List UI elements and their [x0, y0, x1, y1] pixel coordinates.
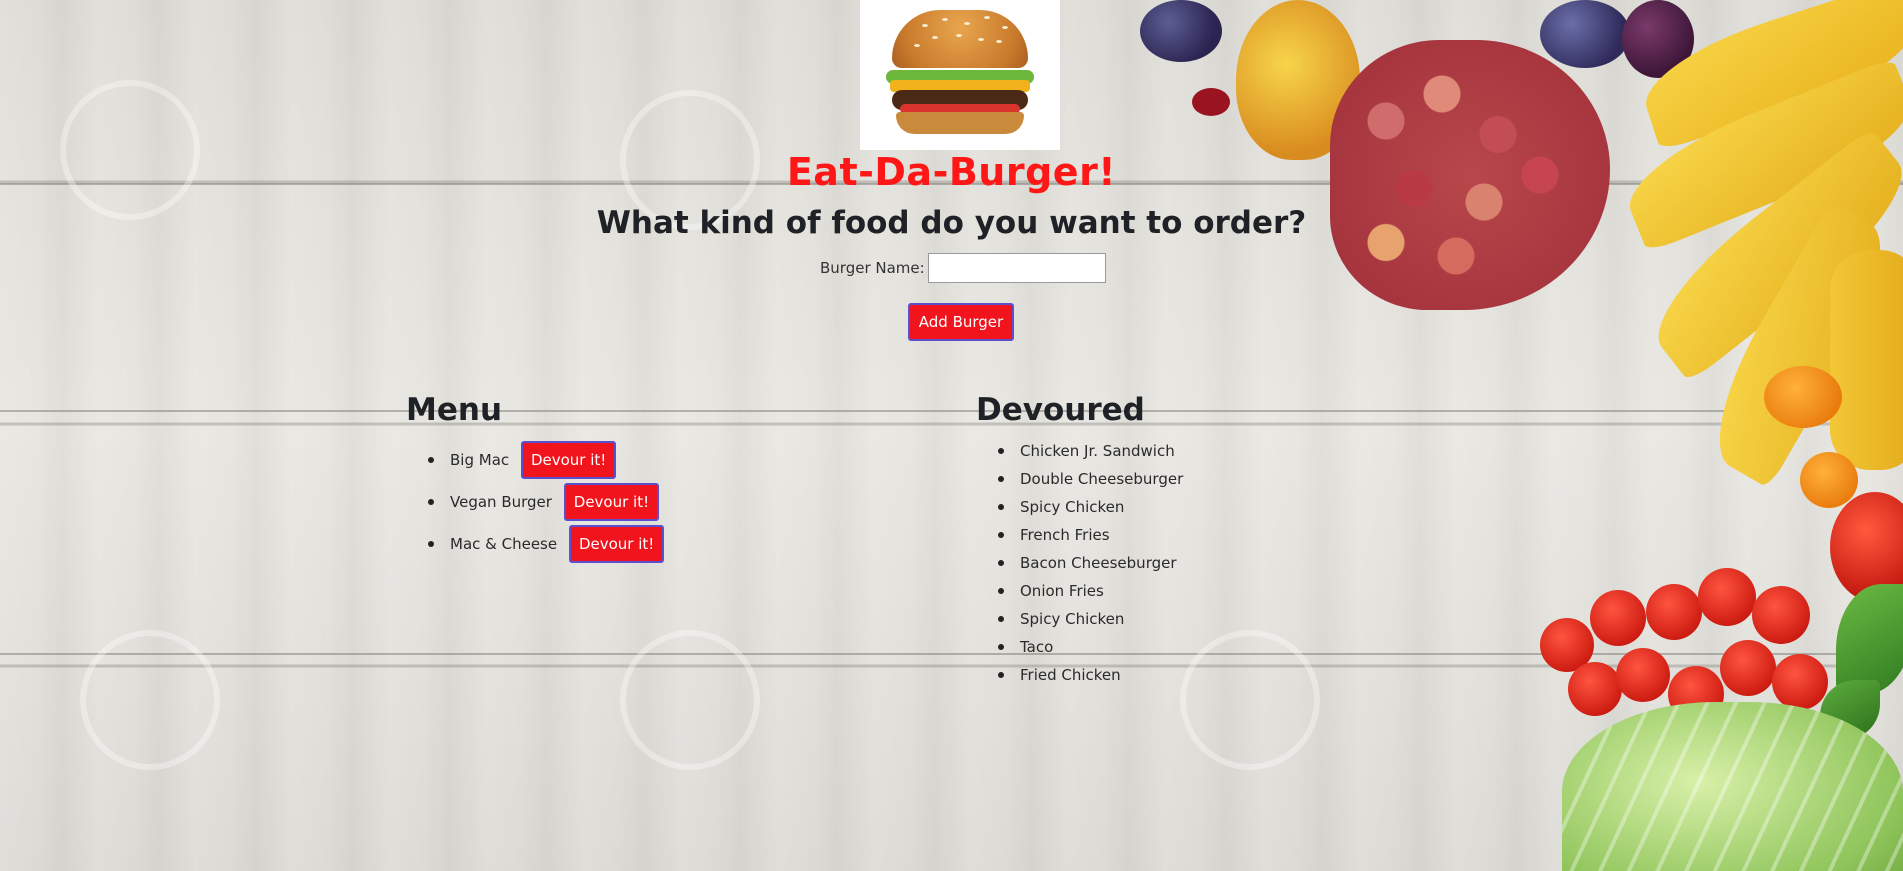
devoured-item: Bacon Cheeseburger	[980, 552, 1177, 574]
devoured-item: Double Cheeseburger	[980, 468, 1183, 490]
bullet-icon	[998, 504, 1004, 510]
menu-item-name: Mac & Cheese	[450, 535, 558, 553]
watermark-icon	[80, 630, 220, 770]
bullet-icon	[998, 560, 1004, 566]
plank-line	[0, 653, 1903, 655]
menu-item-name: Big Mac	[450, 451, 510, 469]
bullet-icon	[428, 457, 434, 463]
devoured-item-name: Onion Fries	[1020, 582, 1104, 600]
devoured-item: Spicy Chicken	[980, 608, 1124, 630]
devoured-item: French Fries	[980, 524, 1110, 546]
devoured-item-name: Double Cheeseburger	[1020, 470, 1184, 488]
bullet-icon	[428, 499, 434, 505]
devoured-item-name: French Fries	[1020, 526, 1110, 544]
watermark-icon	[620, 630, 760, 770]
burger-form: Burger Name:	[820, 253, 1106, 283]
burger-name-input[interactable]	[927, 253, 1106, 283]
burger-name-label: Burger Name:	[820, 259, 925, 277]
menu-heading: Menu	[406, 392, 503, 428]
bullet-icon	[998, 532, 1004, 538]
devoured-item-name: Taco	[1020, 638, 1054, 656]
devoured-heading: Devoured	[976, 392, 1145, 428]
devoured-item-name: Chicken Jr. Sandwich	[1020, 442, 1175, 460]
devoured-item: Spicy Chicken	[980, 496, 1124, 518]
devoured-item-name: Spicy Chicken	[1020, 498, 1125, 516]
order-question: What kind of food do you want to order?	[596, 205, 1307, 241]
plank-line	[0, 410, 1903, 412]
devoured-item-name: Fried Chicken	[1020, 666, 1121, 684]
devoured-item-name: Bacon Cheeseburger	[1020, 554, 1177, 572]
devour-button[interactable]: Devour it!	[569, 525, 665, 563]
site-title: Eat-Da-Burger!	[786, 150, 1117, 194]
burger-bun-bottom	[896, 112, 1024, 134]
bullet-icon	[998, 448, 1004, 454]
bullet-icon	[998, 672, 1004, 678]
devour-button[interactable]: Devour it!	[521, 441, 617, 479]
devoured-item: Chicken Jr. Sandwich	[980, 440, 1175, 462]
devoured-item: Onion Fries	[980, 580, 1104, 602]
bullet-icon	[998, 644, 1004, 650]
menu-item: Vegan Burger Devour it!	[410, 482, 659, 522]
devour-button[interactable]: Devour it!	[563, 483, 659, 521]
bullet-icon	[998, 616, 1004, 622]
burger-bun-top	[892, 10, 1028, 68]
devoured-item-name: Spicy Chicken	[1020, 610, 1125, 628]
devoured-item: Taco	[980, 636, 1053, 658]
menu-item-name: Vegan Burger	[450, 493, 552, 511]
bullet-icon	[428, 541, 434, 547]
bullet-icon	[998, 476, 1004, 482]
menu-item: Big Mac Devour it!	[410, 440, 617, 480]
add-burger-button[interactable]: Add Burger	[908, 303, 1014, 341]
watermark-icon	[1180, 630, 1320, 770]
menu-item: Mac & Cheese Devour it!	[410, 524, 665, 564]
devoured-item: Fried Chicken	[980, 664, 1121, 686]
bullet-icon	[998, 588, 1004, 594]
burger-image	[860, 0, 1060, 150]
